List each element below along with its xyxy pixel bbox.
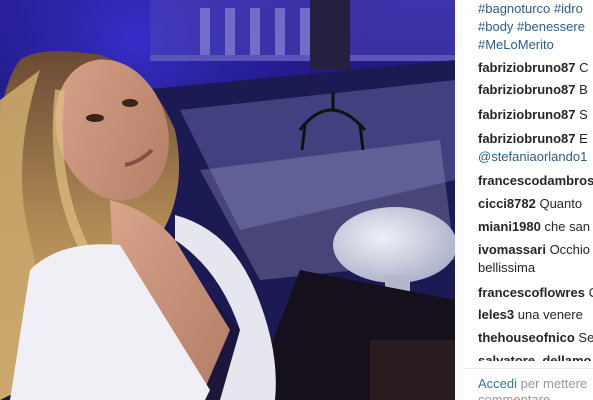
comment-item: miani1980 che san <box>478 218 590 236</box>
login-prompt-text: per mettere <box>520 376 588 391</box>
comment-username[interactable]: cicci8782 <box>478 196 536 211</box>
login-prompt-text2: commentare <box>478 392 551 400</box>
comment-text: S <box>579 107 588 122</box>
photo-illustration <box>0 0 455 400</box>
comment-username[interactable]: fabriziobruno87 <box>478 107 576 122</box>
comment-item: thehouseofnico Se <box>478 329 593 347</box>
caption-hashtags[interactable]: #body #benessere <box>478 18 593 36</box>
comment-item: salvatore_dellamo <box>478 352 591 361</box>
comment-text: una venere <box>517 307 583 322</box>
comment-text: che san <box>544 219 591 234</box>
comment-text: E <box>579 131 588 146</box>
panel-gap <box>455 0 463 400</box>
comment-text: C <box>579 60 589 75</box>
comment-item: francescoflowres C <box>478 284 593 302</box>
comment-username[interactable]: salvatore_dellamo <box>478 353 591 361</box>
caption-hashtags[interactable]: #bagnoturco #idro <box>478 0 593 18</box>
comments-panel: #bagnoturco #idro #body #benessere #MeLo… <box>463 0 593 400</box>
post-caption: #bagnoturco #idro #body #benessere #MeLo… <box>478 0 593 54</box>
comment-item: francescodambros <box>478 172 593 190</box>
comment-username[interactable]: francescoflowres <box>478 285 585 300</box>
comment-item: fabriziobruno87 E @stefaniaorlando1 <box>478 130 588 166</box>
post-photo[interactable] <box>0 0 455 400</box>
comment-username[interactable]: fabriziobruno87 <box>478 60 576 75</box>
comment-item: cicci8782 Quanto <box>478 195 582 213</box>
comments-divider <box>463 368 593 369</box>
comment-text-continuation: bellissima <box>478 260 536 275</box>
comment-username[interactable]: miani1980 <box>478 219 541 234</box>
login-prompt: Accedi per mettere commentare <box>478 376 593 400</box>
comment-item: fabriziobruno87 B <box>478 81 588 99</box>
comment-item: fabriziobruno87 S <box>478 106 588 124</box>
comment-text: Se <box>578 330 593 345</box>
comment-username[interactable]: francescodambros <box>478 173 593 188</box>
comment-item: leles3 una venere <box>478 306 583 324</box>
comment-text: C <box>589 285 593 300</box>
comment-username[interactable]: ivomassari <box>478 242 546 257</box>
comment-text: Occhio <box>549 242 591 257</box>
comment-mention[interactable]: @stefaniaorlando1 <box>478 148 588 166</box>
comment-username[interactable]: fabriziobruno87 <box>478 82 576 97</box>
comment-username[interactable]: leles3 <box>478 307 514 322</box>
comment-text: Quanto <box>539 196 583 211</box>
login-link[interactable]: Accedi <box>478 376 517 391</box>
comment-item: ivomassari Occhio bellissima <box>478 241 590 277</box>
comment-text: B <box>579 82 588 97</box>
comment-username[interactable]: thehouseofnico <box>478 330 575 345</box>
caption-hashtags[interactable]: #MeLoMerito <box>478 36 593 54</box>
comment-username[interactable]: fabriziobruno87 <box>478 131 576 146</box>
comment-item: fabriziobruno87 C <box>478 59 589 77</box>
